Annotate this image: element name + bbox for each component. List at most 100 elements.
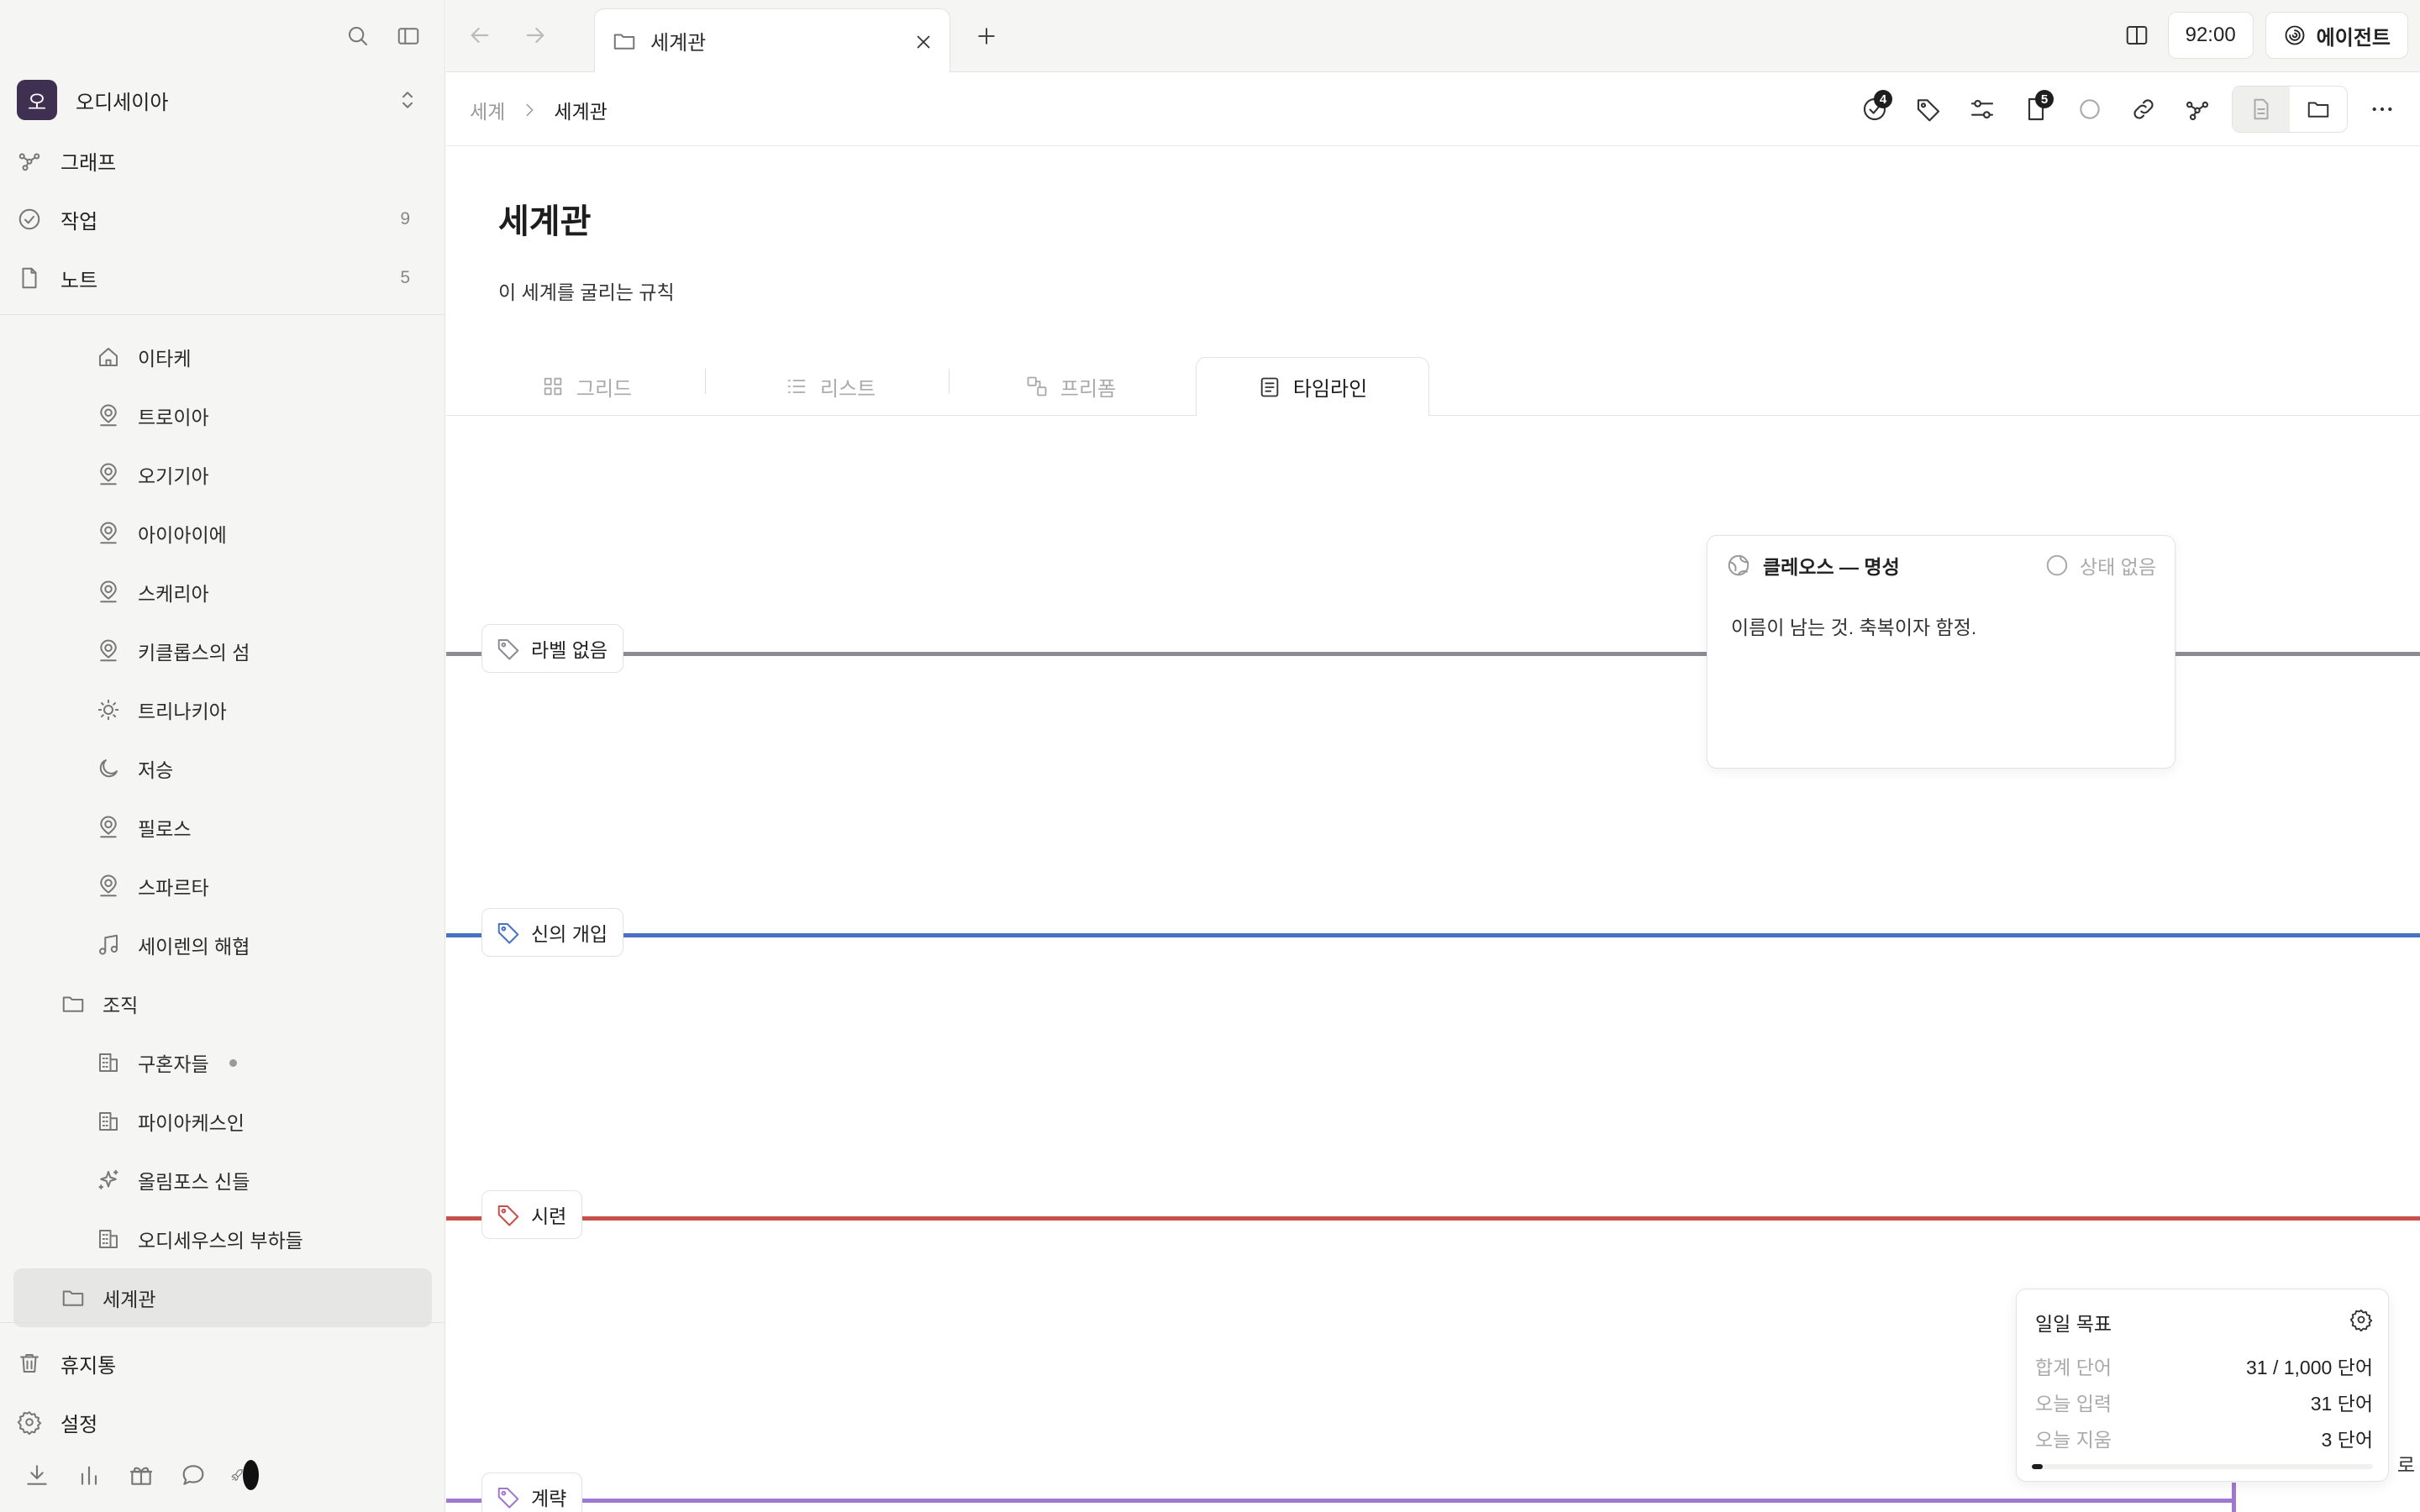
breadcrumb: 세계 세계관 bbox=[470, 96, 608, 124]
tree-item-phaeacians[interactable]: 파이아케스인 bbox=[0, 1092, 445, 1151]
location-icon bbox=[96, 874, 121, 899]
tab-freeform[interactable]: 프리폼 bbox=[954, 357, 1187, 416]
tasks-tool[interactable]: 4 bbox=[1855, 87, 1894, 132]
notification-dot bbox=[242, 1460, 259, 1490]
notes-badge: 5 bbox=[2035, 90, 2054, 108]
tree-item-scheria[interactable]: 스케리아 bbox=[0, 563, 445, 622]
sidebar-footer bbox=[22, 1460, 260, 1490]
tag-icon bbox=[496, 1202, 521, 1227]
tree-item-olympians[interactable]: 올림포스 신들 bbox=[0, 1151, 445, 1210]
timeline-card[interactable]: 클레오스 — 명성 상태 없음 이름이 남는 것. 축복이자 함정. bbox=[1707, 535, 2175, 769]
breadcrumb-current: 세계관 bbox=[554, 101, 608, 123]
tree-folder-worldview[interactable]: 세계관 bbox=[13, 1268, 432, 1327]
chat-icon[interactable] bbox=[178, 1460, 208, 1490]
tree-item-label: 오기기아 bbox=[138, 465, 209, 487]
notes-tool[interactable]: 5 bbox=[2017, 87, 2055, 132]
globe-icon bbox=[1726, 553, 1751, 578]
note-icon bbox=[17, 265, 42, 291]
tab-timeline[interactable]: 타임라인 bbox=[1196, 357, 1429, 417]
link-icon[interactable] bbox=[2124, 87, 2163, 132]
location-icon bbox=[96, 462, 121, 487]
tree-item-odysseus-crew[interactable]: 오디세우스의 부하들 bbox=[0, 1210, 445, 1268]
home-icon bbox=[96, 344, 121, 370]
lane-label-schemes[interactable]: 계략 bbox=[481, 1473, 583, 1512]
sliders-icon[interactable] bbox=[1963, 87, 2002, 132]
forward-arrow-icon[interactable] bbox=[522, 22, 549, 49]
sidebar-bottom-nav: 휴지통 설정 bbox=[17, 1334, 420, 1452]
lane-label-text: 계략 bbox=[531, 1488, 567, 1509]
page-title[interactable]: 세계관 bbox=[498, 194, 591, 243]
more-icon[interactable] bbox=[2363, 87, 2402, 132]
view-mode-toggle bbox=[2232, 86, 2348, 133]
sidebar-item-tasks[interactable]: 작업 9 bbox=[17, 190, 420, 249]
tree-item-aeaea[interactable]: 아이아이에 bbox=[0, 504, 445, 563]
daily-goal-widget: 일일 목표 합계 단어 31 / 1,000 단어 오늘 입력 31 단어 오늘… bbox=[2016, 1289, 2389, 1482]
building-icon bbox=[96, 1109, 121, 1134]
rocket-icon[interactable] bbox=[230, 1460, 260, 1490]
lane-label-divine-intervention[interactable]: 신의 개입 bbox=[481, 908, 624, 957]
sidebar: 오 오디세이아 그래프 작업 9 노트 5 이타케 트로이아 오기기아 아이아이… bbox=[0, 0, 445, 1512]
breadcrumb-parent[interactable]: 세계 bbox=[470, 96, 505, 124]
tree-folder-organizations[interactable]: 조직 bbox=[0, 974, 445, 1033]
status-circle-icon[interactable] bbox=[2070, 87, 2109, 132]
timeline-lane-line bbox=[446, 1216, 2420, 1221]
goal-row-deleted-today: 오늘 지움 3 단어 bbox=[2035, 1424, 2373, 1452]
gear-icon[interactable] bbox=[2349, 1308, 2373, 1331]
sidebar-item-settings[interactable]: 설정 bbox=[17, 1393, 420, 1452]
top-bar: 세계관 92:00 에이전트 bbox=[446, 0, 2420, 72]
page-description[interactable]: 이 세계를 굴리는 규칙 bbox=[498, 276, 675, 305]
tree-item-ithaca[interactable]: 이타케 bbox=[0, 328, 445, 386]
close-icon[interactable] bbox=[913, 31, 934, 53]
workspace-name: 오디세이아 bbox=[76, 91, 169, 114]
goal-row-typed-today: 오늘 입력 31 단어 bbox=[2035, 1388, 2373, 1416]
agent-button[interactable]: 에이전트 bbox=[2265, 12, 2408, 59]
tree-item-label: 올림포스 신들 bbox=[138, 1171, 250, 1193]
tree-item-siren-strait[interactable]: 세이렌의 해협 bbox=[0, 916, 445, 974]
download-icon[interactable] bbox=[22, 1460, 52, 1490]
lane-label-trials[interactable]: 시련 bbox=[481, 1190, 583, 1239]
topbar-actions: 92:00 에이전트 bbox=[2118, 12, 2408, 59]
location-icon bbox=[96, 403, 121, 428]
back-arrow-icon[interactable] bbox=[466, 22, 493, 49]
tree-item-cyclops-island[interactable]: 키클롭스의 섬 bbox=[0, 622, 445, 680]
lane-label-unlabeled[interactable]: 라벨 없음 bbox=[481, 624, 624, 673]
focus-timer[interactable]: 92:00 bbox=[2167, 12, 2254, 59]
tab-label: 프리폼 bbox=[1060, 377, 1117, 401]
tag-icon[interactable] bbox=[1909, 87, 1948, 132]
tree-item-troy[interactable]: 트로이아 bbox=[0, 386, 445, 445]
goal-row-value: 31 / 1,000 단어 bbox=[2245, 1357, 2373, 1378]
clipped-edge-text: 로 bbox=[2396, 1454, 2415, 1476]
gift-icon[interactable] bbox=[126, 1460, 156, 1490]
workspace-switcher[interactable]: 오 오디세이아 bbox=[17, 79, 420, 121]
stats-icon[interactable] bbox=[74, 1460, 104, 1490]
freeform-icon bbox=[1025, 375, 1049, 398]
tree-item-label: 키클롭스의 섬 bbox=[138, 642, 250, 664]
tab-list[interactable]: 리스트 bbox=[713, 357, 947, 416]
chevron-updown-icon[interactable] bbox=[395, 86, 420, 114]
tab-title: 세계관 bbox=[650, 32, 707, 55]
card-status[interactable]: 상태 없음 bbox=[2044, 551, 2156, 580]
graph-icon[interactable] bbox=[2178, 87, 2217, 132]
tree-item-label: 스파르타 bbox=[138, 877, 209, 899]
tree-item-underworld[interactable]: 저승 bbox=[0, 739, 445, 798]
document-icon[interactable] bbox=[2233, 87, 2290, 132]
tab-worldview[interactable]: 세계관 bbox=[594, 8, 950, 72]
tree-item-sparta[interactable]: 스파르타 bbox=[0, 857, 445, 916]
sidebar-item-notes[interactable]: 노트 5 bbox=[17, 249, 420, 307]
tree-item-label: 오디세우스의 부하들 bbox=[138, 1230, 303, 1252]
sidebar-item-graph[interactable]: 그래프 bbox=[17, 131, 420, 190]
history-nav bbox=[466, 22, 549, 49]
sidebar-item-trash[interactable]: 휴지통 bbox=[17, 1334, 420, 1393]
daily-goal-title: 일일 목표 bbox=[2035, 1313, 2112, 1335]
search-icon[interactable] bbox=[344, 22, 372, 50]
split-view-icon[interactable] bbox=[2118, 12, 2156, 59]
folder-icon[interactable] bbox=[2290, 87, 2347, 132]
tab-grid[interactable]: 그리드 bbox=[470, 357, 703, 416]
plus-icon[interactable] bbox=[972, 22, 1001, 50]
tree-item-thrinacia[interactable]: 트리나키아 bbox=[0, 680, 445, 739]
sidebar-toggle-icon[interactable] bbox=[394, 22, 423, 50]
tree-item-pylos[interactable]: 필로스 bbox=[0, 798, 445, 857]
tree-item-ogygia[interactable]: 오기기아 bbox=[0, 445, 445, 504]
tree-item-suitors[interactable]: 구혼자들 bbox=[0, 1033, 445, 1092]
timeline-lane-line bbox=[446, 933, 2420, 937]
